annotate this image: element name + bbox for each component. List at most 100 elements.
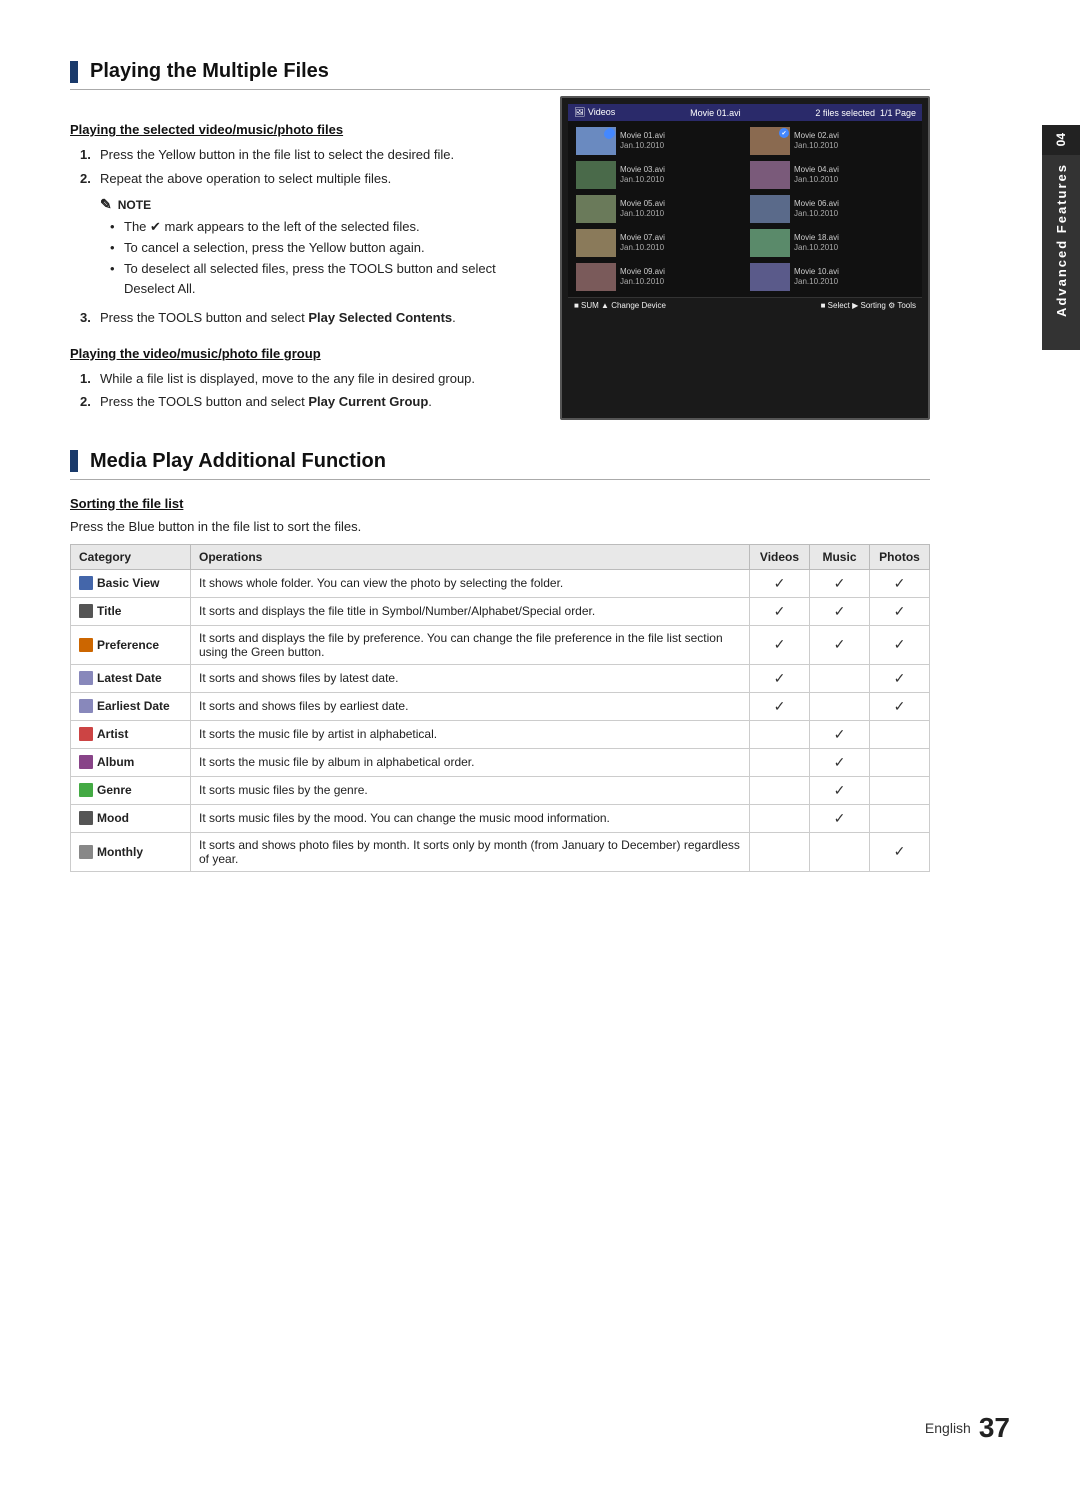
sc-item-10: Movie 10.aviJan.10.2010 xyxy=(746,261,918,293)
sub2-heading: Playing the video/music/photo file group xyxy=(70,346,520,361)
sc-item-7: Movie 07.aviJan.10.2010 xyxy=(572,227,744,259)
chapter-title: Advanced Features xyxy=(1054,163,1069,317)
cat-label-2: Preference xyxy=(97,638,159,652)
sc-item-5: Movie 05.aviJan.10.2010 xyxy=(572,193,744,225)
screenshot-grid: ✔ Movie 01.aviJan.10.2010 ✔ Movie 02.avi… xyxy=(568,121,922,297)
ops-cell-3: It sorts and shows files by latest date. xyxy=(191,664,750,692)
videos-cell-2: ✓ xyxy=(750,625,810,664)
footer-page-number: 37 xyxy=(979,1412,1010,1444)
sub1-step3-list: 3. Press the TOOLS button and select Pla… xyxy=(80,308,520,328)
ops-cell-6: It sorts the music file by album in alph… xyxy=(191,748,750,776)
photos-cell-7 xyxy=(870,776,930,804)
music-cell-7: ✓ xyxy=(810,776,870,804)
cat-label-9: Monthly xyxy=(97,845,143,859)
cat-label-1: Title xyxy=(97,604,121,618)
ops-cell-8: It sorts music files by the mood. You ca… xyxy=(191,804,750,832)
section2: Media Play Additional Function Sorting t… xyxy=(70,450,930,872)
section1-title: Playing the Multiple Files xyxy=(90,60,329,83)
cat-label-5: Artist xyxy=(97,727,128,741)
table-row: Album It sorts the music file by album i… xyxy=(71,748,930,776)
note-bullet1: The ✔ mark appears to the left of the se… xyxy=(110,217,520,238)
music-cell-3 xyxy=(810,664,870,692)
screenshot: 🖼 Videos Movie 01.avi 2 files selected 1… xyxy=(560,96,930,420)
table-row: Earliest Date It sorts and shows files b… xyxy=(71,692,930,720)
photos-cell-3: ✓ xyxy=(870,664,930,692)
ops-cell-1: It sorts and displays the file title in … xyxy=(191,597,750,625)
ops-cell-0: It shows whole folder. You can view the … xyxy=(191,569,750,597)
cat-cell-2: Preference xyxy=(71,625,191,664)
sub1-steps: 1. Press the Yellow button in the file l… xyxy=(80,145,520,188)
videos-cell-3: ✓ xyxy=(750,664,810,692)
videos-cell-8 xyxy=(750,804,810,832)
photos-cell-8 xyxy=(870,804,930,832)
table-row: Title It sorts and displays the file tit… xyxy=(71,597,930,625)
table-row: Monthly It sorts and shows photo files b… xyxy=(71,832,930,871)
ops-cell-2: It sorts and displays the file by prefer… xyxy=(191,625,750,664)
table-row: Basic View It shows whole folder. You ca… xyxy=(71,569,930,597)
cat-cell-3: Latest Date xyxy=(71,664,191,692)
cat-label-0: Basic View xyxy=(97,576,159,590)
sort-table: Category Operations Videos Music Photos … xyxy=(70,544,930,872)
table-row: Genre It sorts music files by the genre.… xyxy=(71,776,930,804)
col-category: Category xyxy=(71,544,191,569)
sc-header-left: 🖼 Videos xyxy=(574,107,615,118)
cat-cell-6: Album xyxy=(71,748,191,776)
ops-cell-7: It sorts music files by the genre. xyxy=(191,776,750,804)
cat-label-8: Mood xyxy=(97,811,129,825)
photos-cell-2: ✓ xyxy=(870,625,930,664)
cat-icon-3 xyxy=(79,671,93,685)
sc-item-2: ✔ Movie 02.aviJan.10.2010 xyxy=(746,125,918,157)
cat-label-6: Album xyxy=(97,755,134,769)
section1-body: Playing the selected video/music/photo f… xyxy=(70,106,930,420)
ops-cell-9: It sorts and shows photo files by month.… xyxy=(191,832,750,871)
section-bar xyxy=(70,61,78,83)
page-content: Playing the Multiple Files Playing the s… xyxy=(0,0,1000,932)
col-operations: Operations xyxy=(191,544,750,569)
cat-cell-5: Artist xyxy=(71,720,191,748)
note-bullet3: To deselect all selected files, press th… xyxy=(110,259,520,301)
cat-cell-4: Earliest Date xyxy=(71,692,191,720)
chapter-number-tab: 04 xyxy=(1042,125,1080,155)
photos-cell-6 xyxy=(870,748,930,776)
note-icon: ✎ xyxy=(100,196,112,213)
ops-cell-4: It sorts and shows files by earliest dat… xyxy=(191,692,750,720)
table-row: Latest Date It sorts and shows files by … xyxy=(71,664,930,692)
photos-cell-1: ✓ xyxy=(870,597,930,625)
sub2-steps: 1. While a file list is displayed, move … xyxy=(80,369,520,412)
sc-item-4: Movie 04.aviJan.10.2010 xyxy=(746,159,918,191)
sc-header-title: Movie 01.avi xyxy=(690,108,741,118)
cat-label-3: Latest Date xyxy=(97,671,162,685)
videos-cell-7 xyxy=(750,776,810,804)
note-bullet2: To cancel a selection, press the Yellow … xyxy=(110,238,520,259)
footer-language: English xyxy=(925,1420,971,1436)
cat-cell-9: Monthly xyxy=(71,832,191,871)
photos-cell-4: ✓ xyxy=(870,692,930,720)
music-cell-8: ✓ xyxy=(810,804,870,832)
videos-cell-9 xyxy=(750,832,810,871)
videos-cell-6 xyxy=(750,748,810,776)
sorting-heading: Sorting the file list xyxy=(70,496,930,511)
screenshot-footer: ■ SUM ▲ Change Device ■ Select ▶ Sorting… xyxy=(568,297,922,313)
cat-icon-9 xyxy=(79,845,93,859)
cat-icon-1 xyxy=(79,604,93,618)
cat-icon-8 xyxy=(79,811,93,825)
sub2-step1: 1. While a file list is displayed, move … xyxy=(80,369,520,389)
music-cell-9 xyxy=(810,832,870,871)
sc-header-right: 2 files selected 1/1 Page xyxy=(815,108,916,118)
sub1-step2: 2. Repeat the above operation to select … xyxy=(80,169,520,189)
cat-icon-2 xyxy=(79,638,93,652)
note-box: ✎ NOTE The ✔ mark appears to the left of… xyxy=(100,196,520,300)
photos-cell-0: ✓ xyxy=(870,569,930,597)
sub2-step2: 2. Press the TOOLS button and select Pla… xyxy=(80,392,520,412)
music-cell-6: ✓ xyxy=(810,748,870,776)
photos-cell-9: ✓ xyxy=(870,832,930,871)
col-photos: Photos xyxy=(870,544,930,569)
sorting-intro: Press the Blue button in the file list t… xyxy=(70,519,930,534)
cat-icon-5 xyxy=(79,727,93,741)
sub1-heading: Playing the selected video/music/photo f… xyxy=(70,122,520,137)
cat-cell-0: Basic View xyxy=(71,569,191,597)
section2-title: Media Play Additional Function xyxy=(90,450,386,473)
sc-item-1: ✔ Movie 01.aviJan.10.2010 xyxy=(572,125,744,157)
cat-label-4: Earliest Date xyxy=(97,699,170,713)
section1-heading: Playing the Multiple Files xyxy=(70,60,930,90)
